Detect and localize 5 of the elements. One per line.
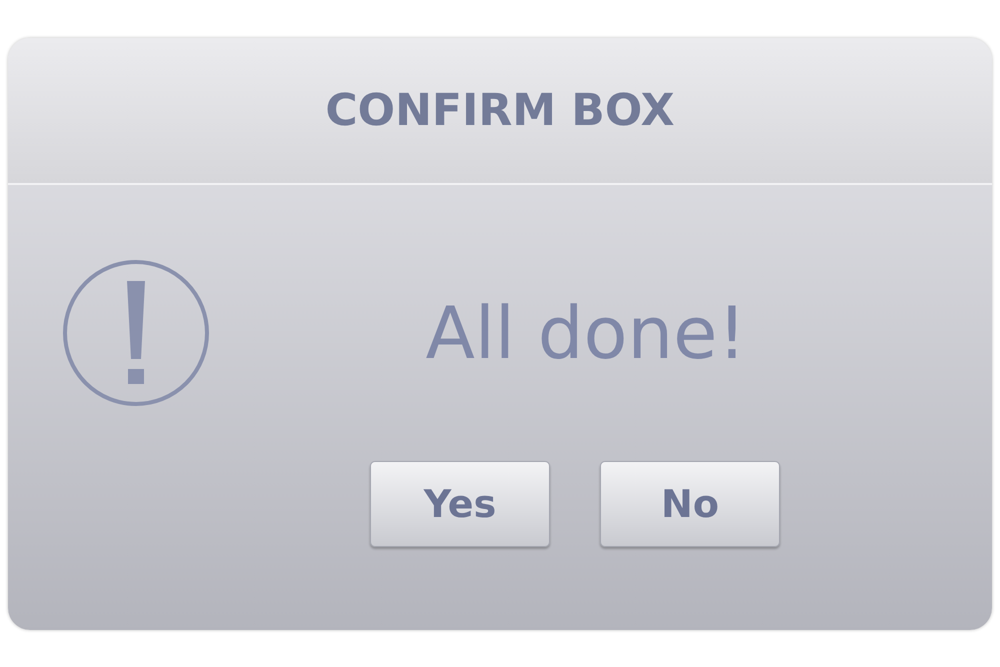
exclamation-icon	[62, 259, 210, 407]
dialog-button[interactable]: No	[600, 461, 780, 547]
dialog-button[interactable]: Yes	[370, 461, 550, 547]
dialog-title: CONFIRM BOX	[325, 85, 675, 136]
message-text: All done!	[424, 291, 748, 375]
